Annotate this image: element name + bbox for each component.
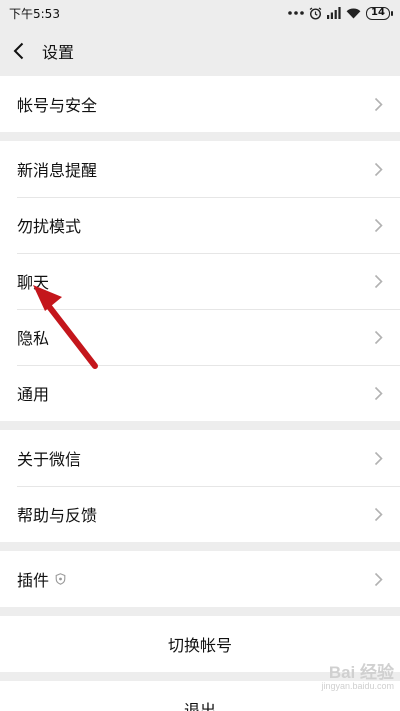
shield-icon — [55, 573, 66, 585]
logout-label: 退出 — [183, 701, 216, 711]
page-title: 设置 — [42, 43, 75, 62]
chevron-left-icon — [13, 42, 24, 60]
back-button[interactable] — [13, 36, 35, 66]
chevron-right-icon — [374, 450, 386, 466]
settings-item-account-security[interactable]: 帐号与安全 — [0, 76, 400, 132]
settings-group-about: 关于微信 帮助与反馈 — [0, 430, 400, 542]
chevron-right-icon — [374, 273, 386, 289]
more-dots-icon — [288, 10, 304, 16]
chevron-right-icon — [374, 96, 386, 112]
status-bar: 下午5:53 14 — [0, 0, 400, 26]
settings-item-label: 通用 — [17, 385, 50, 404]
settings-item-about-wechat[interactable]: 关于微信 — [0, 430, 400, 486]
wifi-icon — [346, 7, 361, 19]
chevron-right-icon — [374, 506, 386, 522]
settings-group-main: 新消息提醒 勿扰模式 聊天 隐私 通用 — [0, 141, 400, 421]
switch-account-label: 切换帐号 — [167, 636, 232, 655]
chevron-right-icon — [374, 217, 386, 233]
chevron-right-icon — [374, 571, 386, 587]
watermark: Bai 经验 jingyan.baidu.com — [321, 662, 394, 691]
alarm-icon — [309, 6, 322, 20]
settings-item-label: 插件 — [17, 571, 50, 590]
signal-icon — [327, 7, 341, 19]
settings-item-help-feedback[interactable]: 帮助与反馈 — [0, 486, 400, 542]
settings-item-label: 帐号与安全 — [17, 96, 98, 115]
nav-bar: 设置 — [0, 26, 400, 76]
settings-item-label: 隐私 — [17, 329, 50, 348]
settings-item-privacy[interactable]: 隐私 — [0, 309, 400, 365]
settings-item-label: 关于微信 — [17, 450, 82, 469]
settings-item-plugins[interactable]: 插件 — [0, 551, 400, 607]
chevron-right-icon — [374, 161, 386, 177]
settings-item-label: 新消息提醒 — [17, 161, 98, 180]
settings-item-chat[interactable]: 聊天 — [0, 253, 400, 309]
settings-item-general[interactable]: 通用 — [0, 365, 400, 421]
settings-item-do-not-disturb[interactable]: 勿扰模式 — [0, 197, 400, 253]
status-icons: 14 — [288, 6, 393, 20]
status-time: 下午5:53 — [9, 6, 60, 21]
chevron-right-icon — [374, 329, 386, 345]
watermark-brand: Bai 经验 — [328, 662, 394, 682]
settings-group-account: 帐号与安全 — [0, 76, 400, 132]
settings-item-label: 勿扰模式 — [17, 217, 82, 236]
battery-icon: 14 — [366, 6, 393, 20]
watermark-url: jingyan.baidu.com — [321, 680, 394, 691]
settings-item-label: 帮助与反馈 — [17, 506, 98, 525]
settings-group-plugins: 插件 — [0, 551, 400, 607]
settings-item-notifications[interactable]: 新消息提醒 — [0, 141, 400, 197]
chevron-right-icon — [374, 385, 386, 401]
settings-item-label: 聊天 — [17, 273, 50, 292]
